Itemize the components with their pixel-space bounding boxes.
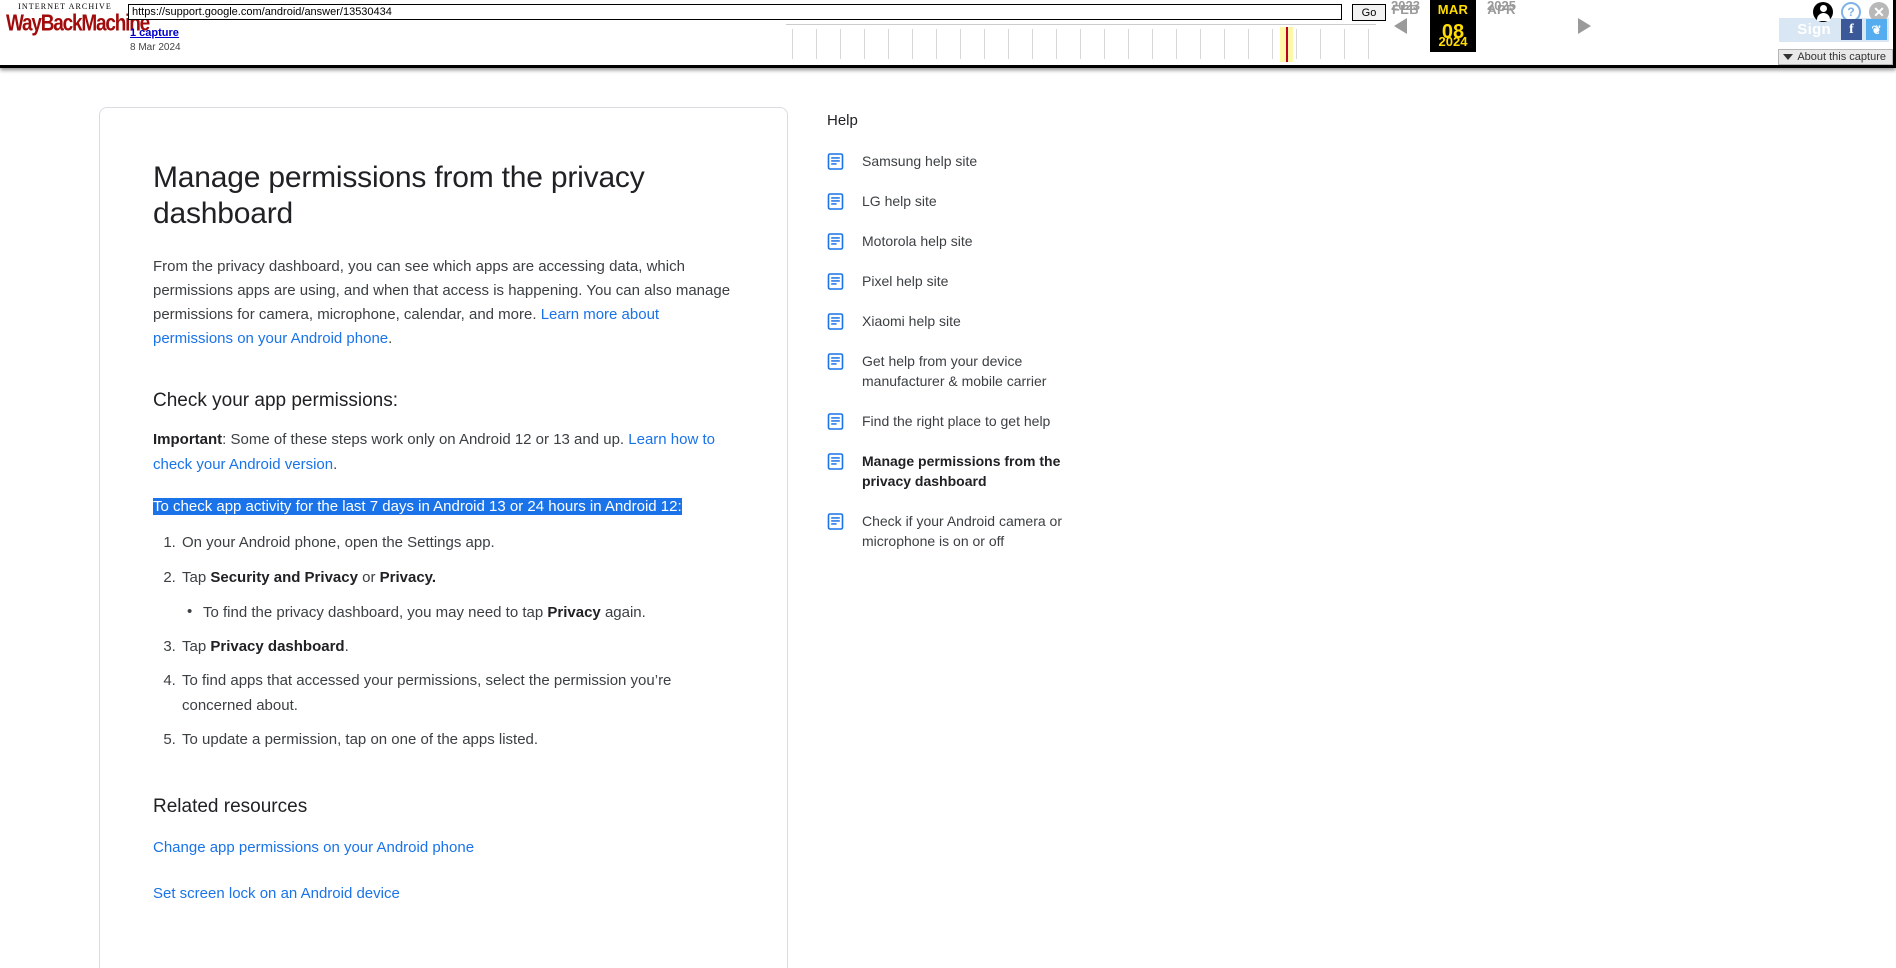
- social-share-buttons: f ❦: [1841, 19, 1887, 40]
- substeps-list: To find the privacy dashboard, you may n…: [182, 600, 735, 625]
- help-item-label: LG help site: [862, 193, 937, 210]
- next-year-label: 2025: [1487, 0, 1516, 13]
- page-title: Manage permissions from the privacy dash…: [153, 161, 645, 231]
- help-item-motorola[interactable]: Motorola help site: [827, 231, 1127, 251]
- next-capture-arrow-icon[interactable]: [1578, 18, 1591, 34]
- help-item-camera-microphone[interactable]: Check if your Android camera or micropho…: [827, 511, 1127, 551]
- wayback-machine-toolbar: INTERNET ARCHIVE WayBackMachine 1 captur…: [0, 0, 1896, 68]
- signin-label[interactable]: Sign: [1797, 21, 1831, 38]
- help-item-manage-permissions[interactable]: Manage permissions from the privacy dash…: [827, 451, 1127, 491]
- timeline-capture-marker[interactable]: [1286, 27, 1288, 62]
- document-icon: [827, 273, 844, 290]
- about-this-capture-button[interactable]: About this capture: [1778, 49, 1893, 65]
- substep-bold: Privacy: [547, 603, 601, 621]
- capture-count-link[interactable]: 1 capture: [130, 26, 181, 40]
- step-2-text-b: or: [357, 568, 380, 586]
- step-item-4: To find apps that accessed your permissi…: [180, 669, 735, 718]
- google-support-page: Describe your issue Manage permissions f…: [0, 0, 1896, 968]
- facebook-icon[interactable]: f: [1841, 19, 1862, 40]
- document-icon: [827, 413, 844, 430]
- important-text: : Some of these steps work only on Andro…: [222, 431, 629, 449]
- current-year-label: 2024: [1438, 34, 1468, 49]
- step-2-text-a: Tap: [182, 568, 211, 586]
- document-icon: [827, 233, 844, 250]
- step-item-2: Tap Security and Privacy or Privacy. To …: [180, 566, 735, 626]
- document-icon: [827, 193, 844, 210]
- help-item-xiaomi[interactable]: Xiaomi help site: [827, 311, 1127, 331]
- current-month-label: MAR: [1437, 2, 1469, 17]
- step-3-text-a: Tap: [182, 638, 211, 656]
- step-5-text: To update a permission, tap on one of th…: [182, 731, 539, 749]
- help-item-pixel[interactable]: Pixel help site: [827, 271, 1127, 291]
- step-3-text-b: .: [344, 638, 349, 656]
- help-item-label: Check if your Android camera or micropho…: [862, 513, 1062, 550]
- related-link-change-app-permissions[interactable]: Change app permissions on your Android p…: [153, 836, 735, 860]
- help-item-label: Xiaomi help site: [862, 313, 961, 330]
- important-note: Important: Some of these steps work only…: [153, 428, 735, 477]
- important-label: Important: [153, 431, 223, 449]
- article-card: Manage permissions from the privacy dash…: [99, 107, 788, 968]
- help-item-label: Find the right place to get help: [862, 413, 1051, 430]
- substep-text-b: again.: [600, 603, 646, 621]
- about-this-capture-label: About this capture: [1797, 51, 1886, 63]
- document-icon: [827, 353, 844, 370]
- next-month-column[interactable]: APR 2025: [1478, 0, 1591, 34]
- wayback-logo[interactable]: INTERNET ARCHIVE WayBackMachine: [6, 2, 150, 35]
- chevron-down-icon: [1783, 54, 1794, 60]
- step-2-bold-a: Security and Privacy: [210, 568, 358, 586]
- help-item-find-right-place[interactable]: Find the right place to get help: [827, 411, 1127, 431]
- go-button[interactable]: Go: [1352, 4, 1386, 21]
- wayback-machine-wordmark: WayBackMachine: [6, 10, 150, 37]
- help-item-label: Pixel help site: [862, 273, 949, 290]
- help-sidebar-title: Help: [827, 112, 858, 129]
- step-3-bold: Privacy dashboard: [210, 638, 345, 656]
- help-item-label: Manage permissions from the privacy dash…: [862, 453, 1061, 490]
- related-link-set-screen-lock[interactable]: Set screen lock on an Android device: [153, 882, 735, 906]
- capture-info: 1 capture 8 Mar 2024: [130, 26, 181, 53]
- step-item-5: To update a permission, tap on one of th…: [180, 728, 735, 752]
- date-navigator: FEB 2023 MAR 08 2024 APR 2025: [1382, 0, 1594, 52]
- help-item-device-manufacturer[interactable]: Get help from your device manufacturer &…: [827, 351, 1127, 391]
- step-2-bold-b: Privacy.: [379, 568, 437, 586]
- step-item-1: On your Android phone, open the Settings…: [180, 531, 735, 555]
- document-icon: [827, 453, 844, 470]
- help-item-label: Motorola help site: [862, 233, 973, 250]
- prev-month-column[interactable]: FEB 2023: [1382, 0, 1429, 34]
- intro-paragraph: From the privacy dashboard, you can see …: [153, 255, 735, 352]
- wayback-url-input[interactable]: [128, 4, 1342, 20]
- step-4-text: To find apps that accessed your permissi…: [182, 672, 672, 714]
- document-icon: [827, 153, 844, 170]
- help-sidebar: Help Samsung help site LG help site Moto…: [827, 107, 1127, 571]
- important-tail: .: [333, 455, 338, 473]
- section-heading-check-permissions: Check your app permissions:: [153, 389, 398, 411]
- text-selection-highlight: To check app activity for the last 7 day…: [153, 497, 682, 515]
- capture-date: 8 Mar 2024: [130, 42, 181, 54]
- substep-item-1: To find the privacy dashboard, you may n…: [187, 600, 735, 625]
- step-item-3: Tap Privacy dashboard.: [180, 635, 735, 659]
- steps-list: On your Android phone, open the Settings…: [153, 531, 735, 752]
- document-icon: [827, 513, 844, 530]
- help-item-label: Get help from your device manufacturer &…: [862, 353, 1047, 390]
- current-date-column[interactable]: MAR 08 2024: [1430, 0, 1476, 52]
- related-resources-heading: Related resources: [153, 796, 308, 818]
- prev-capture-arrow-icon[interactable]: [1394, 18, 1407, 34]
- help-item-samsung[interactable]: Samsung help site: [827, 151, 1127, 171]
- document-icon: [827, 313, 844, 330]
- step-1-text: On your Android phone, open the Settings…: [182, 534, 495, 552]
- substep-text-a: To find the privacy dashboard, you may n…: [203, 603, 548, 621]
- capture-timeline[interactable]: [786, 24, 1376, 62]
- twitter-icon[interactable]: ❦: [1866, 19, 1887, 40]
- prev-year-label: 2023: [1391, 0, 1420, 13]
- page-content: Manage permissions from the privacy dash…: [0, 62, 1896, 968]
- internet-archive-label: INTERNET ARCHIVE: [18, 2, 112, 11]
- help-item-label: Samsung help site: [862, 153, 978, 169]
- intro-text-b: .: [388, 330, 393, 348]
- help-item-lg[interactable]: LG help site: [827, 191, 1127, 211]
- selected-subheading: To check app activity for the last 7 day…: [153, 495, 735, 519]
- account-icon[interactable]: [1813, 2, 1833, 22]
